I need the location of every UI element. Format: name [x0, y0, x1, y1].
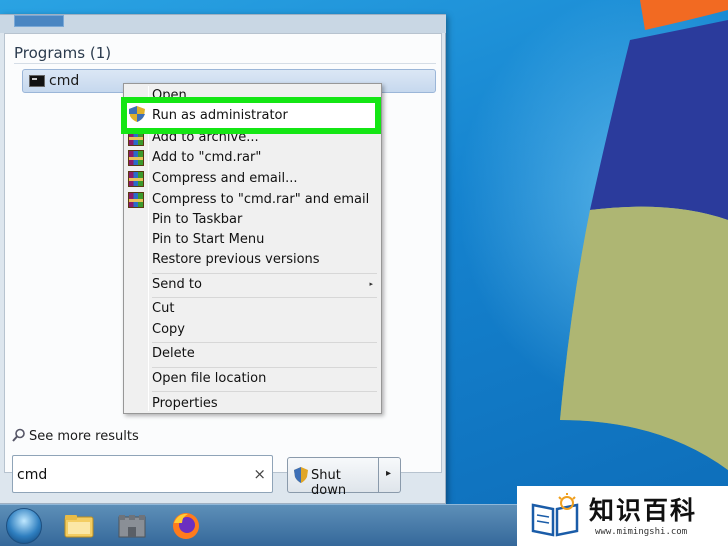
watermark-url: www.mimingshi.com — [595, 527, 688, 537]
menu-item-label: Run as administrator — [152, 108, 288, 123]
menu-item-label: Restore previous versions — [152, 252, 320, 267]
menu-item-compress-and-email[interactable]: Compress and email... — [126, 169, 379, 189]
menu-item-pin-to-taskbar[interactable]: Pin to Taskbar — [126, 210, 379, 230]
windows-logo — [560, 0, 728, 470]
menu-item-add-to-cmd-rar[interactable]: Add to "cmd.rar" — [126, 148, 379, 168]
book-lightbulb-icon — [531, 493, 579, 537]
uac-shield-icon — [294, 467, 308, 483]
program-result-label: cmd — [49, 73, 80, 89]
shut-down-options-button[interactable]: ▸ — [379, 457, 401, 493]
menu-separator — [152, 367, 377, 368]
search-input-value: cmd — [17, 467, 48, 483]
menu-item-label: Delete — [152, 346, 195, 361]
menu-item-label: Copy — [152, 322, 185, 337]
menu-item-copy[interactable]: Copy — [126, 320, 379, 340]
winrar-icon — [128, 171, 144, 187]
menu-item-label: Compress and email... — [152, 171, 298, 186]
menu-item-properties[interactable]: Properties — [126, 394, 379, 414]
windows-explorer-icon[interactable] — [63, 511, 95, 541]
see-more-results-link[interactable]: See more results — [12, 428, 139, 444]
menu-item-compress-to-cmd-rar-and-email[interactable]: Compress to "cmd.rar" and email — [126, 190, 379, 210]
firefox-icon[interactable] — [170, 511, 202, 541]
start-search-input[interactable]: cmd × — [12, 455, 273, 493]
shut-down-label: Shut down — [311, 468, 347, 498]
start-button[interactable] — [6, 508, 42, 544]
pinned-program-icon[interactable] — [14, 15, 64, 27]
menu-separator — [152, 342, 377, 343]
app-icon[interactable] — [116, 511, 148, 541]
see-more-label: See more results — [29, 429, 139, 444]
programs-divider — [14, 63, 436, 64]
menu-item-label: Send to — [152, 277, 202, 292]
menu-item-cut[interactable]: Cut — [126, 299, 379, 319]
winrar-icon — [128, 150, 144, 166]
menu-item-pin-to-start-menu[interactable]: Pin to Start Menu — [126, 230, 379, 250]
clear-search-icon[interactable]: × — [253, 465, 266, 483]
menu-separator — [152, 273, 377, 274]
menu-item-label: Pin to Start Menu — [152, 232, 265, 247]
menu-item-label: Properties — [152, 396, 218, 411]
menu-item-run-as-administrator[interactable]: Run as administrator — [121, 97, 381, 134]
menu-item-delete[interactable]: Delete — [126, 344, 379, 364]
shut-down-button[interactable]: Shut down — [287, 457, 379, 498]
watermark-title: 知识百科 — [589, 496, 698, 525]
menu-item-label: Compress to "cmd.rar" and email — [152, 192, 370, 207]
menu-separator — [152, 297, 377, 298]
winrar-icon — [128, 192, 144, 208]
command-prompt-icon — [29, 75, 45, 87]
menu-separator — [152, 391, 377, 392]
menu-item-open-file-location[interactable]: Open file location — [126, 369, 379, 389]
start-menu-top-strip — [0, 15, 446, 33]
menu-item-label: Cut — [152, 301, 175, 316]
watermark: 知识百科 www.mimingshi.com — [517, 486, 728, 546]
menu-item-label: Add to "cmd.rar" — [152, 150, 262, 165]
menu-item-label: Open file location — [152, 371, 267, 386]
submenu-arrow-icon: ▸ — [369, 280, 373, 288]
uac-shield-icon — [129, 106, 145, 122]
menu-item-restore-previous-versions[interactable]: Restore previous versions — [126, 250, 379, 270]
magnifier-icon — [12, 428, 25, 442]
menu-item-label: Pin to Taskbar — [152, 212, 243, 227]
menu-item-send-to[interactable]: Send to ▸ — [126, 275, 379, 295]
chevron-right-icon: ▸ — [386, 468, 392, 479]
programs-section-header: Programs (1) — [14, 44, 112, 62]
